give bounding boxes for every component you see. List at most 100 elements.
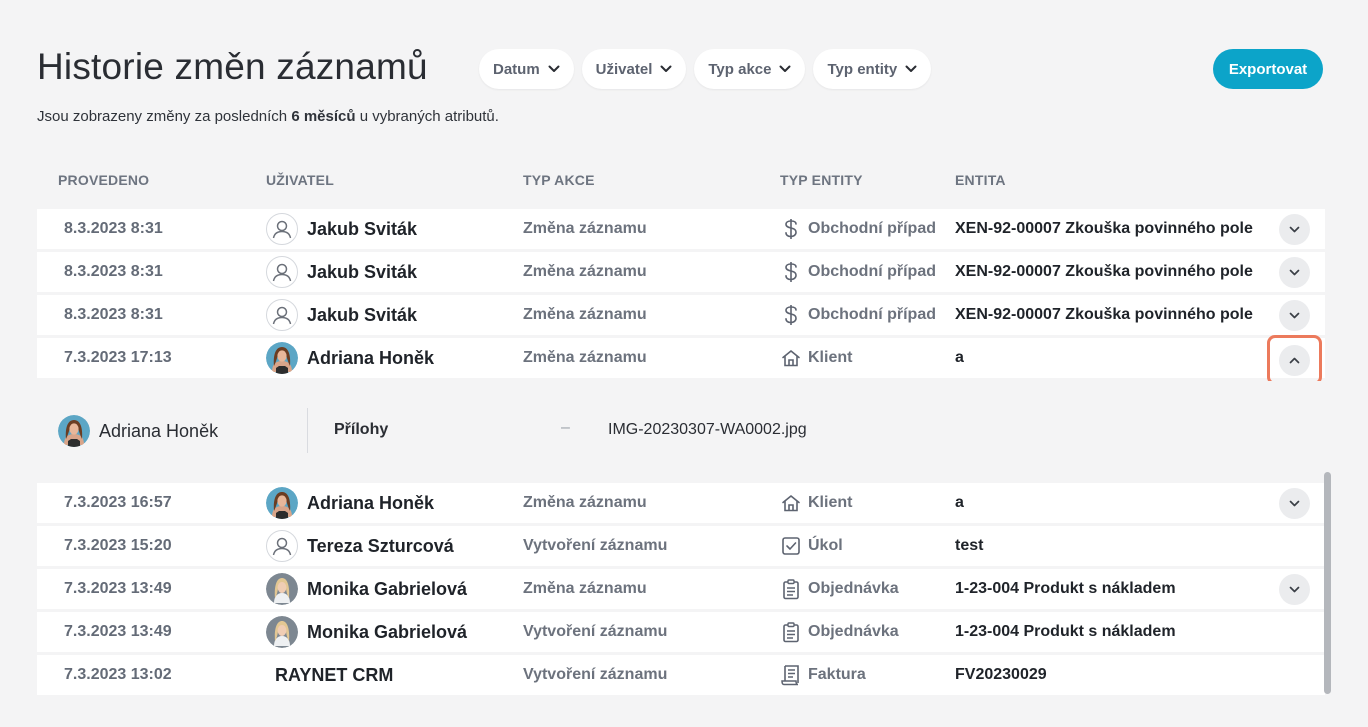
dollar-icon [780,261,802,283]
row-date: 7.3.2023 15:20 [64,537,172,554]
row-action-type: Vytvoření záznamu [523,537,668,554]
table-row[interactable]: 8.3.2023 8:31 Jakub Sviták Změna záznamu Ob… [37,295,1325,335]
row-action-type: Změna záznamu [523,494,647,511]
row-entity[interactable]: XEN-92-00007 Zkouška povinného pole [955,209,1253,249]
chevron-down-icon [652,65,672,73]
row-entity-type: Objednávka [780,569,899,609]
column-header-action[interactable]: TYP AKCE [523,172,595,188]
column-header-entity[interactable]: ENTITA [955,172,1006,188]
column-header-entity-type[interactable]: TYP ENTITY [780,172,863,188]
table-header: PROVEDENO UŽIVATEL TYP AKCE TYP ENTITY E… [0,172,1368,192]
row-date: 7.3.2023 17:13 [64,349,172,366]
user-name: RAYNET CRM [275,664,394,685]
row-entity-type: Objednávka [780,612,899,652]
row-date: 7.3.2023 16:57 [64,494,172,511]
table-row[interactable]: 7.3.2023 13:49 Monika Gabrielová Vytvoření… [37,612,1325,652]
scrollbar[interactable] [1324,472,1331,694]
row-date: 7.3.2023 13:49 [64,623,172,640]
entity-type-label: Objednávka [808,623,899,640]
row-entity[interactable]: a [955,483,964,523]
row-entity[interactable]: XEN-92-00007 Zkouška povinného pole [955,252,1253,292]
row-date: 7.3.2023 13:49 [64,580,172,597]
row-date: 8.3.2023 8:31 [64,220,163,237]
dollar-icon [780,304,802,326]
filter-bar: Datum Uživatel Typ akce Typ entity [479,49,932,89]
page-title: Historie změn záznamů [37,46,428,87]
dollar-icon [780,218,802,240]
row-entity-type: Faktura [780,655,866,695]
user-name: Monika Gabrielová [307,578,468,599]
row-action-type: Změna záznamu [523,580,647,597]
subtitle-period: 6 měsíců [291,108,356,125]
column-header-date[interactable]: PROVEDENO [58,172,149,188]
house-icon [780,347,802,369]
expand-row-button[interactable] [1279,300,1310,331]
filter-label: Datum [493,60,540,78]
export-button[interactable]: Exportovat [1213,49,1323,89]
avatar-photo [266,616,298,648]
row-date: 7.3.2023 13:02 [64,666,172,683]
avatar-photo [266,487,298,519]
row-user: Jakub Sviták [266,209,417,249]
row-entity[interactable]: a [955,338,964,378]
row-detail-panel: Adriana Honěk Přílohy – IMG-20230307-WA0002… [37,381,1325,480]
chevron-up-icon [1289,357,1300,364]
filter-action-type[interactable]: Typ akce [694,49,806,89]
user-name: Jakub Sviták [307,261,418,282]
row-entity[interactable]: 1-23-004 Produkt s nákladem [955,612,1176,652]
row-entity[interactable]: test [955,526,983,566]
table-row[interactable]: 8.3.2023 8:31 Jakub Sviták Změna záznamu Ob… [37,209,1325,249]
filter-label: Typ akce [708,60,772,78]
expand-row-button[interactable] [1279,214,1310,245]
expand-row-button[interactable] [1279,574,1310,605]
house-icon [780,492,802,514]
row-entity[interactable]: FV20230029 [955,655,1047,695]
collapse-row-button[interactable] [1267,335,1322,385]
table-row[interactable]: 7.3.2023 13:02 RAYNET CRM Vytvoření záznam… [37,655,1325,695]
row-action-type: Změna záznamu [523,263,647,280]
table-row[interactable]: 7.3.2023 17:13 Adriana Honěk Změna záznamu… [37,335,1325,385]
chevron-down-icon [1289,312,1300,319]
entity-type-label: Faktura [808,666,866,683]
filter-entity-type[interactable]: Typ entity [813,49,932,89]
row-user: Adriana Honěk [266,338,434,378]
filter-date[interactable]: Datum [479,49,574,89]
row-date: 8.3.2023 8:31 [64,263,163,280]
user-name: Tereza Szturcová [307,535,454,556]
row-entity-type: Obchodní případ [780,209,936,249]
checkbox-icon [780,535,802,557]
table-row[interactable]: 7.3.2023 16:57 Adriana Honěk Změna záznamu… [37,483,1325,523]
filter-user[interactable]: Uživatel [581,49,687,89]
detail-new-value[interactable]: IMG-20230307-WA0002.jpg [608,421,807,439]
receipt-icon [780,664,802,686]
entity-type-label: Obchodní případ [808,306,936,323]
row-user: RAYNET CRM [266,655,393,695]
user-name: Adriana Honěk [307,347,435,368]
entity-type-label: Obchodní případ [808,220,936,237]
history-table: 8.3.2023 8:31 Jakub Sviták Změna záznamu Ob… [37,209,1325,698]
row-user: Jakub Sviták [266,252,417,292]
chevron-down-icon [1289,226,1300,233]
table-row[interactable]: 8.3.2023 8:31 Jakub Sviták Změna záznamu Ob… [37,252,1325,292]
detail-divider [307,408,308,453]
user-name: Adriana Honěk [307,492,435,513]
row-action-type: Změna záznamu [523,349,647,366]
row-entity[interactable]: XEN-92-00007 Zkouška povinného pole [955,295,1253,335]
row-action-type: Vytvoření záznamu [523,666,668,683]
row-entity-type: Obchodní případ [780,252,936,292]
expand-row-button[interactable] [1279,488,1310,519]
row-user: Adriana Honěk [266,483,434,523]
filter-label: Typ entity [827,60,898,78]
avatar-photo [266,573,298,605]
subtitle-text-end: u vybraných atributů. [355,108,499,125]
row-entity-type: Klient [780,483,852,523]
table-row[interactable]: 7.3.2023 15:20 Tereza Szturcová Vytvoření … [37,526,1325,566]
chevron-down-icon [540,65,560,73]
chevron-down-icon [897,65,917,73]
subtitle-text: Jsou zobrazeny změny za posledních [37,108,292,125]
column-header-user[interactable]: UŽIVATEL [266,172,334,188]
expand-row-button[interactable] [1279,257,1310,288]
row-entity[interactable]: 1-23-004 Produkt s nákladem [955,569,1176,609]
table-row[interactable]: 7.3.2023 13:49 Monika Gabrielová Změna záz… [37,569,1325,609]
collapse-row-circle[interactable] [1279,344,1310,376]
